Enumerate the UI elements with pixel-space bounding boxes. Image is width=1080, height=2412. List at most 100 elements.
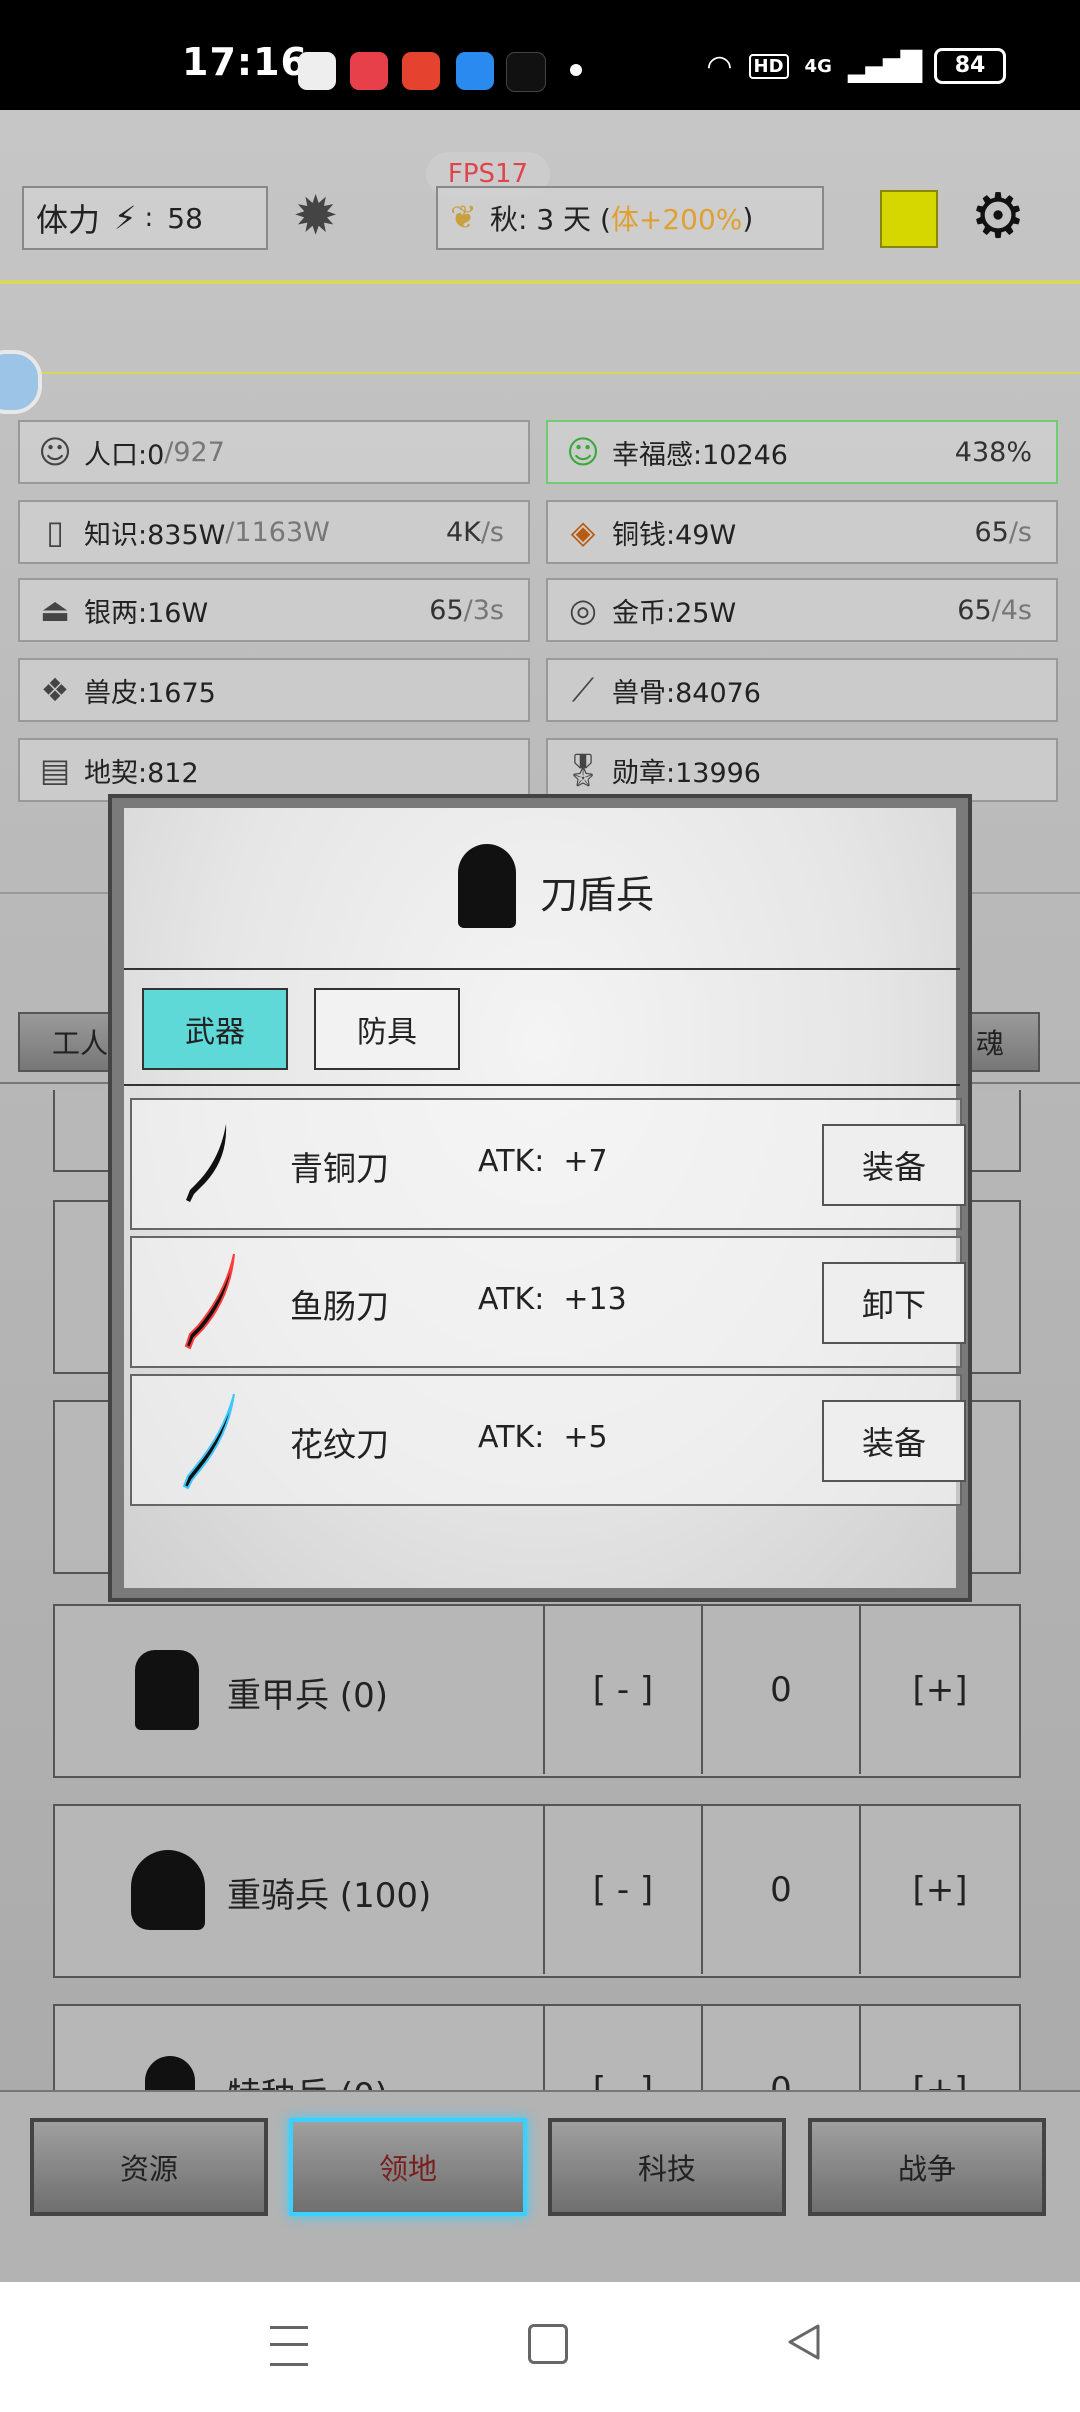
res-happiness: ☺ 幸福感:10246 438% bbox=[546, 420, 1058, 484]
dialog-title: 刀盾兵 bbox=[540, 873, 655, 917]
atk-label: ATK: bbox=[478, 1282, 545, 1317]
season-close: ) bbox=[742, 201, 754, 235]
network-label: 4G bbox=[804, 55, 832, 77]
weapon-atk: ATK: +5 bbox=[478, 1420, 608, 1455]
nav-war[interactable]: 战争 bbox=[808, 2118, 1046, 2216]
equip-button[interactable]: 装备 bbox=[822, 1124, 966, 1206]
sword-icon bbox=[186, 1124, 227, 1202]
bone-label: 兽骨:84076 bbox=[612, 677, 761, 709]
res-silver: ⏏ 银两:16W 65/3s bbox=[18, 578, 530, 642]
decrease-button[interactable]: [ - ] bbox=[543, 1806, 701, 1974]
battery-icon: 84 bbox=[934, 48, 1006, 84]
gear-icon[interactable]: ⚙ bbox=[966, 184, 1030, 248]
unit-count: 0 bbox=[701, 1806, 859, 1974]
dialog-body: 刀盾兵 武器 防具 青铜刀 ATK: +7 装备 鱼肠刀 ATK: +13 卸下… bbox=[124, 808, 966, 1588]
status-time: 17:16 bbox=[182, 40, 308, 84]
tab-armor[interactable]: 防具 bbox=[314, 988, 460, 1070]
increase-button[interactable]: [+] bbox=[859, 1606, 1019, 1774]
helmet-icon bbox=[135, 1650, 199, 1730]
weapon-atk: ATK: +13 bbox=[478, 1282, 627, 1317]
gold-rate: 65 bbox=[957, 594, 992, 626]
divider bbox=[124, 1084, 960, 1086]
gold-label: 金币:25W bbox=[612, 597, 737, 629]
nav-technology[interactable]: 科技 bbox=[548, 2118, 786, 2216]
stamina-sep: : bbox=[144, 203, 154, 233]
home-icon[interactable] bbox=[528, 2324, 568, 2364]
unit-row-heavy-armor: 重甲兵 (0) [ - ] 0 [+] bbox=[53, 1604, 1021, 1778]
copper-label: 铜钱:49W bbox=[612, 519, 737, 551]
unit-count: 0 bbox=[701, 1606, 859, 1774]
decrease-button[interactable]: [ - ] bbox=[543, 2006, 701, 2092]
medal-icon: 🎖 bbox=[562, 751, 604, 789]
app-notification-icon bbox=[298, 52, 336, 90]
red-sword-icon bbox=[184, 1253, 235, 1350]
res-copper: ◈ 铜钱:49W 65/s bbox=[546, 500, 1058, 564]
spartan-helmet-icon bbox=[131, 1850, 205, 1930]
stamina-value: 58 bbox=[167, 201, 203, 235]
gift-icon[interactable] bbox=[880, 190, 938, 248]
knowledge-label: 知识:835W bbox=[84, 519, 226, 551]
increase-button[interactable]: [+] bbox=[859, 2006, 1019, 2092]
weapon-row: 鱼肠刀 ATK: +13 卸下 bbox=[130, 1236, 966, 1368]
app-notification-icon bbox=[456, 52, 494, 90]
stamina-label: 体力 bbox=[36, 201, 101, 239]
res-medal: 🎖 勋章:13996 bbox=[546, 738, 1058, 802]
weapon-row: 青铜刀 ATK: +7 装备 bbox=[130, 1098, 966, 1230]
season-box: ❦ 秋: 3 天 ( 体+200% ) bbox=[436, 186, 824, 250]
medal-label: 勋章:13996 bbox=[612, 757, 761, 789]
atk-value: +7 bbox=[563, 1144, 608, 1179]
copper-rate-wrap: 65/s bbox=[974, 517, 1032, 548]
animal-hide-icon: ❖ bbox=[40, 671, 70, 709]
weather-sun-icon: ✹ bbox=[293, 184, 339, 247]
divider bbox=[0, 280, 1080, 284]
unit-name: 特种兵 (0) bbox=[227, 2068, 388, 2092]
unit-row-special: 特种兵 (0) [ - ] 0 [+] bbox=[53, 2004, 1021, 2092]
hd-icon: HD bbox=[748, 53, 789, 79]
back-icon[interactable] bbox=[784, 2322, 824, 2362]
atk-label: ATK: bbox=[478, 1144, 545, 1179]
weapon-name: 花纹刀 bbox=[290, 1425, 389, 1464]
silver-rate-wrap: 65/3s bbox=[429, 595, 504, 626]
knowledge-max: /1163W bbox=[225, 516, 330, 548]
blue-sword-icon bbox=[182, 1393, 235, 1490]
res-gold: ◎ 金币:25W 65/4s bbox=[546, 578, 1058, 642]
wifi-icon: ◠ bbox=[706, 48, 733, 84]
atk-label: ATK: bbox=[478, 1420, 545, 1455]
gold-coin-icon: ◎ bbox=[569, 591, 597, 629]
copper-unit: /s bbox=[1008, 516, 1032, 548]
smile-icon: ☺ bbox=[566, 433, 600, 471]
tab-weapons[interactable]: 武器 bbox=[142, 988, 288, 1070]
equip-button[interactable]: 装备 bbox=[822, 1400, 966, 1482]
unit-name: 重骑兵 (100) bbox=[227, 1876, 432, 1916]
increase-button[interactable]: [+] bbox=[859, 1806, 1019, 1974]
menu-icon[interactable] bbox=[270, 2326, 308, 2366]
hide-label: 兽皮:1675 bbox=[84, 677, 216, 709]
population-label: 人口:0 bbox=[84, 439, 165, 471]
listen-app-icon bbox=[402, 52, 440, 90]
decrease-button[interactable]: [ - ] bbox=[543, 1606, 701, 1774]
tiktok-icon bbox=[506, 52, 546, 92]
knowledge-unit: /s bbox=[480, 516, 504, 548]
weapon-atk: ATK: +7 bbox=[478, 1144, 608, 1179]
book-icon: ▯ bbox=[46, 513, 64, 551]
res-hide: ❖ 兽皮:1675 bbox=[18, 658, 530, 722]
nav-territory[interactable]: 领地 bbox=[289, 2118, 527, 2216]
music-app-icon bbox=[350, 52, 388, 90]
signal-icon: ▂▄▆█ bbox=[847, 49, 922, 83]
stamina-box: 体力 ⚡ : 58 bbox=[22, 186, 268, 250]
knowledge-rate: 4K bbox=[445, 516, 481, 548]
copper-coin-icon: ◈ bbox=[570, 513, 596, 551]
unit-row-heavy-cavalry: 重骑兵 (100) [ - ] 0 [+] bbox=[53, 1804, 1021, 1978]
unequip-button[interactable]: 卸下 bbox=[822, 1262, 966, 1344]
copper-rate: 65 bbox=[974, 516, 1009, 548]
status-icons: ◠ HD 4G ▂▄▆█ 84 bbox=[706, 48, 1006, 84]
atk-value: +13 bbox=[563, 1282, 627, 1317]
nav-resources[interactable]: 资源 bbox=[30, 2118, 268, 2216]
status-bar: 17:16 ◠ HD 4G ▂▄▆█ 84 bbox=[0, 0, 1080, 110]
weapon-name: 鱼肠刀 bbox=[290, 1287, 389, 1326]
floating-avatar[interactable] bbox=[0, 350, 42, 414]
silver-ingot-icon: ⏏ bbox=[39, 591, 71, 629]
weapon-name: 青铜刀 bbox=[290, 1149, 389, 1188]
res-deed: ▤ 地契:812 bbox=[18, 738, 530, 802]
more-notifications-icon bbox=[570, 64, 582, 76]
